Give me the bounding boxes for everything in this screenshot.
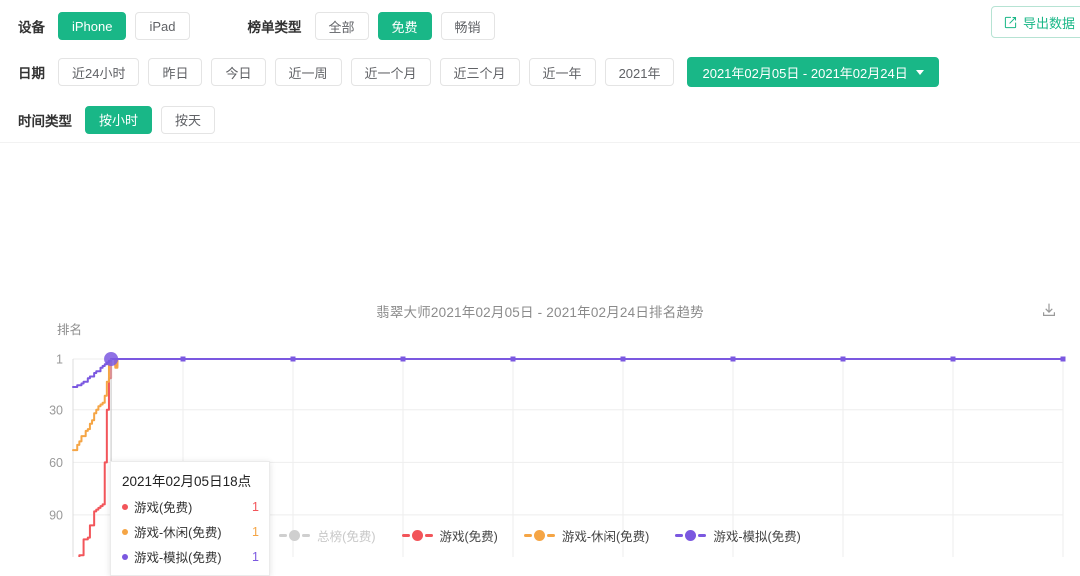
date-option-month[interactable]: 近一个月 xyxy=(351,58,431,86)
svg-text:60: 60 xyxy=(49,456,63,470)
time-type-label: 时间类型 xyxy=(18,110,72,130)
legend-item-overall[interactable]: 总榜(免费) xyxy=(279,526,375,545)
svg-text:排名: 排名 xyxy=(57,322,82,337)
legend-marker-icon xyxy=(402,530,433,541)
filter-header: 设备 iPhone iPad 榜单类型 全部 免费 畅销 导出数据 日期 近24… xyxy=(0,0,1080,143)
date-option-today[interactable]: 今日 xyxy=(211,58,265,86)
svg-text:30: 30 xyxy=(49,403,63,417)
legend-label: 总榜(免费) xyxy=(317,526,375,545)
date-option-week[interactable]: 近一周 xyxy=(275,58,342,86)
chart-tooltip: 2021年02月05日18点 游戏(免费) 1 游戏-休闲(免费) 1 游戏-模… xyxy=(110,461,270,576)
legend-marker-icon xyxy=(279,530,310,541)
tooltip-series-value: 1 xyxy=(252,525,259,539)
series-dot-icon xyxy=(122,529,128,535)
date-option-yesterday[interactable]: 昨日 xyxy=(148,58,202,86)
device-label: 设备 xyxy=(18,16,45,36)
legend-item-games[interactable]: 游戏(免费) xyxy=(402,526,498,545)
date-option-three-months[interactable]: 近三个月 xyxy=(440,58,520,86)
time-type-option-daily[interactable]: 按天 xyxy=(161,106,215,134)
date-range-value: 2021年02月05日 - 2021年02月24日 xyxy=(702,63,907,82)
series-dot-icon xyxy=(122,504,128,510)
export-data-label: 导出数据 xyxy=(1023,13,1075,32)
legend-label: 游戏-模拟(免费) xyxy=(713,526,801,545)
svg-text:90: 90 xyxy=(49,508,63,522)
tooltip-title: 2021年02月05日18点 xyxy=(122,470,259,490)
tooltip-row: 游戏-休闲(免费) 1 xyxy=(122,522,259,541)
legend-label: 游戏(免费) xyxy=(440,526,498,545)
filter-row-time-type: 时间类型 按小时 按天 xyxy=(18,96,1080,143)
filter-row-device: 设备 iPhone iPad 榜单类型 全部 免费 畅销 导出数据 xyxy=(18,0,1080,48)
rank-type-option-free[interactable]: 免费 xyxy=(378,12,432,40)
device-option-iphone[interactable]: iPhone xyxy=(58,12,126,40)
date-option-2021[interactable]: 2021年 xyxy=(605,58,675,86)
export-icon xyxy=(1004,16,1017,29)
device-option-ipad[interactable]: iPad xyxy=(135,12,189,40)
rank-type-label: 榜单类型 xyxy=(248,16,302,36)
legend-label: 游戏-休闲(免费) xyxy=(562,526,650,545)
tooltip-row: 游戏(免费) 1 xyxy=(122,497,259,516)
filter-row-date: 日期 近24小时 昨日 今日 近一周 近一个月 近三个月 近一年 2021年 2… xyxy=(18,48,1080,96)
tooltip-series-value: 1 xyxy=(252,500,259,514)
date-range-picker[interactable]: 2021年02月05日 - 2021年02月24日 xyxy=(687,57,938,87)
legend-marker-icon xyxy=(675,530,706,541)
rank-type-option-grossing[interactable]: 畅销 xyxy=(441,12,495,40)
time-type-option-hourly[interactable]: 按小时 xyxy=(85,106,152,134)
export-data-button[interactable]: 导出数据 xyxy=(991,6,1080,38)
legend-item-simulation[interactable]: 游戏-模拟(免费) xyxy=(675,526,801,545)
legend-marker-icon xyxy=(524,530,555,541)
date-option-year[interactable]: 近一年 xyxy=(529,58,596,86)
date-option-24h[interactable]: 近24小时 xyxy=(58,58,139,86)
chevron-down-icon xyxy=(916,70,924,75)
date-label: 日期 xyxy=(18,62,45,82)
svg-text:1: 1 xyxy=(56,353,63,367)
legend-item-casual[interactable]: 游戏-休闲(免费) xyxy=(524,526,650,545)
chart-panel: 翡翠大师2021年02月05日 - 2021年02月24日排名趋势 排名1306… xyxy=(0,143,1080,557)
tooltip-series-name: 游戏-休闲(免费) xyxy=(134,522,222,541)
rank-type-option-all[interactable]: 全部 xyxy=(315,12,369,40)
tooltip-series-name: 游戏(免费) xyxy=(134,497,192,516)
